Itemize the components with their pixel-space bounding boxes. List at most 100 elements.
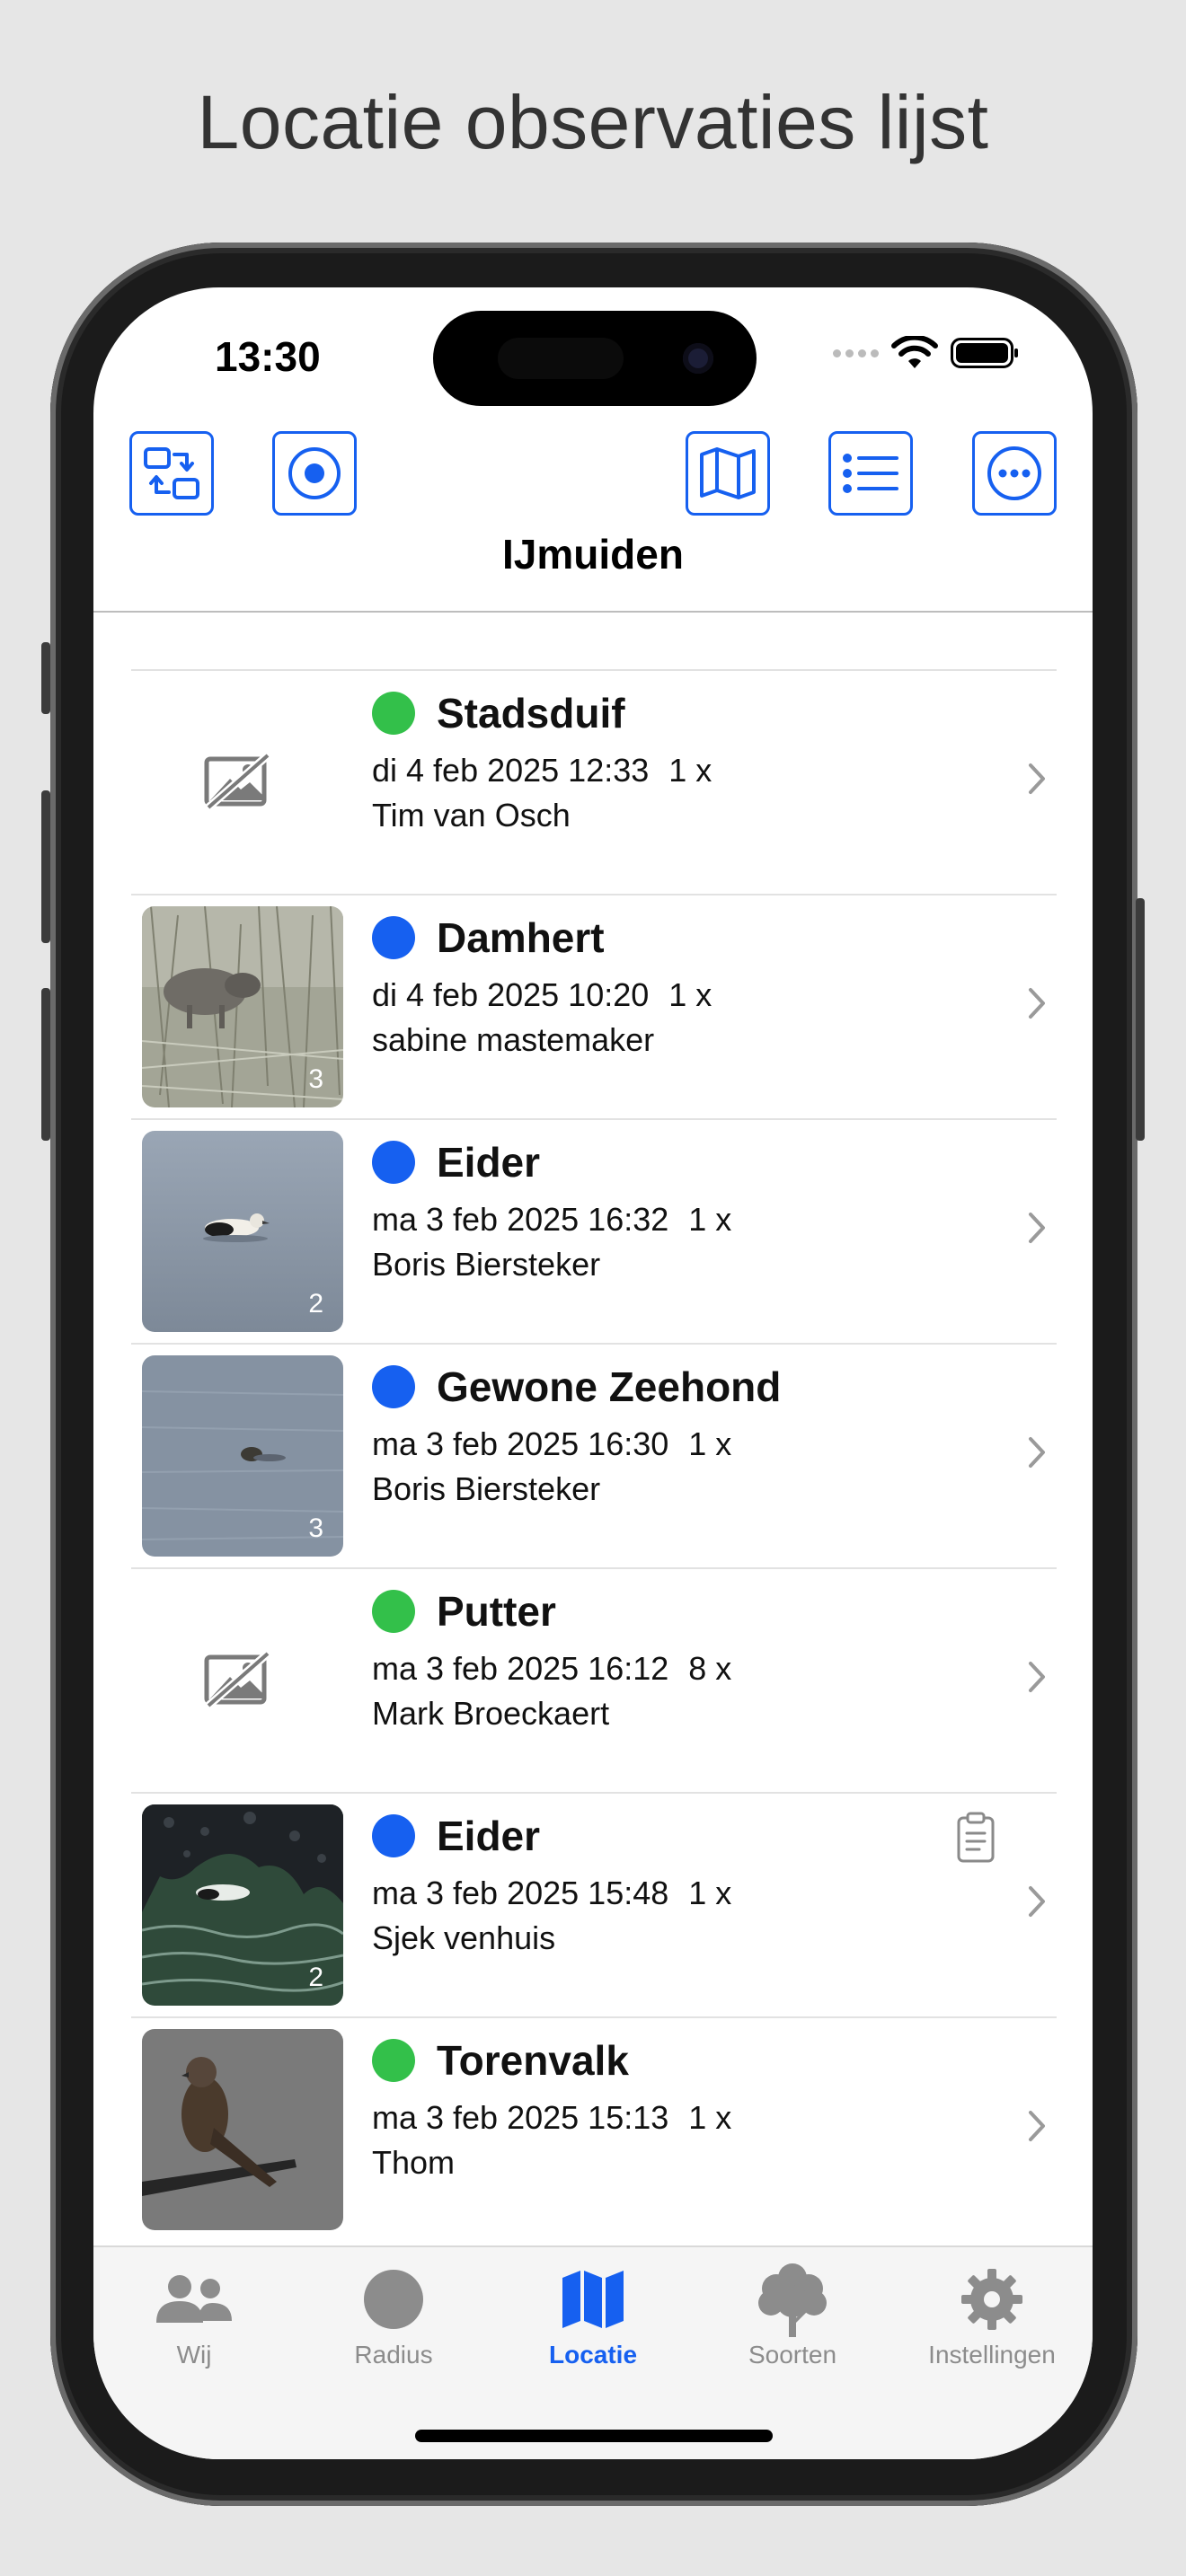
volume-down-button xyxy=(41,988,50,1141)
observation-count: 1 x xyxy=(688,2099,732,2136)
chevron-right-icon xyxy=(1029,988,1045,1019)
no-image-icon xyxy=(204,1650,270,1709)
switch-icon xyxy=(144,447,199,499)
status-dot xyxy=(372,1365,415,1408)
chevron-right-icon xyxy=(1029,1662,1045,1692)
species-name: Damhert xyxy=(437,914,605,961)
people-icon xyxy=(156,2275,232,2323)
battery-icon xyxy=(951,338,1018,368)
observation-photo[interactable]: 2 xyxy=(142,1804,343,2006)
list-item[interactable]: Torenvalk ma 3 feb 2025 15:13 1 x Thom xyxy=(131,2016,1057,2243)
status-dot xyxy=(372,2039,415,2082)
list-item[interactable]: Putter ma 3 feb 2025 16:12 8 x Mark Broec… xyxy=(131,1567,1057,1794)
status-dot xyxy=(372,692,415,735)
chevron-right-icon xyxy=(1029,1213,1045,1243)
species-row: Gewone Zeehond xyxy=(372,1363,781,1411)
tab-bar: Wij Radius Locatie Soorten Instellingen xyxy=(93,2245,1093,2459)
observation-count: 1 x xyxy=(668,752,712,789)
tab-locatie[interactable]: Locatie xyxy=(503,2263,683,2369)
observation-date: ma 3 feb 2025 15:48 xyxy=(372,1875,669,1911)
observer-name: Tim van Osch xyxy=(372,797,571,834)
observer-name: Sjek venhuis xyxy=(372,1919,556,1956)
species-row: Putter xyxy=(372,1587,556,1636)
observation-photo[interactable] xyxy=(142,2029,343,2230)
observation-date: di 4 feb 2025 12:33 xyxy=(372,752,650,789)
dynamic-island xyxy=(433,311,757,406)
observation-photo[interactable]: 2 xyxy=(142,1131,343,1332)
radius-button[interactable] xyxy=(272,431,357,516)
switch-button[interactable] xyxy=(129,431,214,516)
wifi-icon xyxy=(891,336,938,368)
clipboard-icon xyxy=(957,1812,995,1863)
photo-count: 3 xyxy=(308,1064,323,1094)
power-button xyxy=(1136,898,1145,1141)
more-button[interactable] xyxy=(972,431,1057,516)
cellular-signal-icon xyxy=(833,348,879,357)
list-icon xyxy=(843,454,898,493)
status-bar: 13:30 xyxy=(93,287,1093,440)
species-row: Torenvalk xyxy=(372,2036,629,2085)
observation-date: ma 3 feb 2025 16:12 xyxy=(372,1650,669,1687)
tab-label: Instellingen xyxy=(928,2341,1056,2369)
photo-count: 3 xyxy=(308,1513,323,1543)
status-dot xyxy=(372,1590,415,1633)
species-name: Eider xyxy=(437,1813,541,1859)
list-item[interactable]: 3 Gewone Zeehond ma 3 feb 2025 16:30 1 x … xyxy=(131,1343,1057,1569)
status-dot xyxy=(372,916,415,959)
species-row: Eider xyxy=(372,1812,540,1860)
location-title: IJmuiden xyxy=(502,531,684,578)
observation-meta: ma 3 feb 2025 16:30 1 x xyxy=(372,1425,731,1463)
observation-count: 1 x xyxy=(668,976,712,1013)
target-icon xyxy=(288,447,341,499)
tab-instellingen[interactable]: Instellingen xyxy=(902,2263,1082,2369)
observer-name: Thom xyxy=(372,2144,456,2181)
status-icons xyxy=(833,336,1018,370)
list-item[interactable]: 2 Eider ma 3 feb 2025 15:48 1 x Sjek venh… xyxy=(131,1792,1057,2018)
species-row: Damhert xyxy=(372,913,605,962)
tab-label: Wij xyxy=(176,2341,212,2369)
status-dot xyxy=(372,1814,415,1857)
tab-wij[interactable]: Wij xyxy=(104,2263,284,2369)
kestrel-photo xyxy=(142,2029,343,2230)
photo-count: 2 xyxy=(308,1963,323,1992)
map-button[interactable] xyxy=(686,431,770,516)
camera-icon xyxy=(683,343,713,374)
observation-count: 1 x xyxy=(688,1201,732,1238)
toolbar xyxy=(93,431,1093,539)
list-item[interactable]: Stadsduif di 4 feb 2025 12:33 1 x Tim van… xyxy=(131,669,1057,895)
tab-soorten[interactable]: Soorten xyxy=(703,2263,882,2369)
observation-count: 1 x xyxy=(688,1875,732,1911)
list-button[interactable] xyxy=(828,431,913,516)
side-button xyxy=(41,642,50,714)
species-name: Gewone Zeehond xyxy=(437,1363,782,1410)
list-item[interactable]: 3 Damhert di 4 feb 2025 10:20 1 x sabine … xyxy=(131,894,1057,1120)
volume-up-button xyxy=(41,790,50,943)
observation-date: ma 3 feb 2025 15:13 xyxy=(372,2099,669,2136)
home-indicator[interactable] xyxy=(415,2430,773,2442)
app-screen: 13:30 IJmuiden Stadsduif di 4 feb 2025 1… xyxy=(93,287,1093,2459)
page-headline: Locatie observaties lijst xyxy=(197,80,989,164)
more-icon xyxy=(987,446,1041,500)
list-item[interactable]: 2 Eider ma 3 feb 2025 16:32 1 x Boris Bie… xyxy=(131,1118,1057,1345)
observation-count: 8 x xyxy=(688,1650,732,1687)
observer-name: Mark Broeckaert xyxy=(372,1695,610,1732)
map-icon xyxy=(562,2271,624,2328)
tab-radius[interactable]: Radius xyxy=(304,2263,483,2369)
tab-label: Soorten xyxy=(748,2341,837,2369)
observation-photo[interactable]: 3 xyxy=(142,1355,343,1557)
photo-count: 2 xyxy=(308,1289,323,1319)
sensor xyxy=(498,338,624,379)
observation-meta: ma 3 feb 2025 15:13 1 x xyxy=(372,2099,731,2137)
tab-label: Radius xyxy=(354,2341,433,2369)
tab-label: Locatie xyxy=(548,2341,638,2369)
chevron-right-icon xyxy=(1029,1437,1045,1468)
no-image-icon xyxy=(204,752,270,811)
species-name: Torenvalk xyxy=(437,2037,629,2084)
status-time: 13:30 xyxy=(215,333,321,380)
circle-icon xyxy=(364,2270,423,2329)
species-name: Stadsduif xyxy=(437,690,625,737)
observer-name: Boris Biersteker xyxy=(372,1470,601,1507)
observation-meta: ma 3 feb 2025 16:32 1 x xyxy=(372,1201,731,1239)
observation-meta: ma 3 feb 2025 16:12 8 x xyxy=(372,1650,731,1688)
observation-photo[interactable]: 3 xyxy=(142,906,343,1107)
